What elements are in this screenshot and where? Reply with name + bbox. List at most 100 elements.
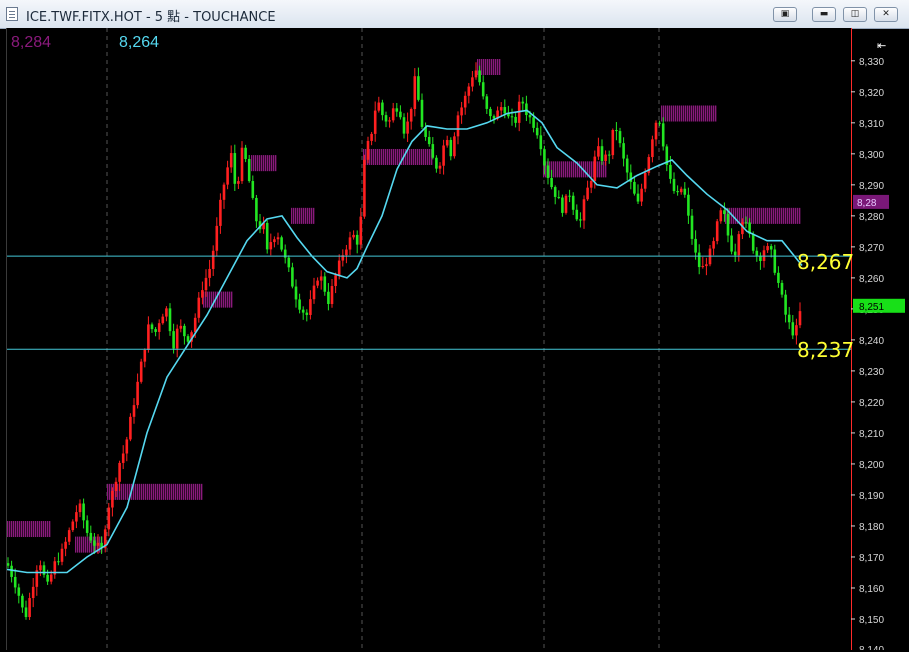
price-axis[interactable]: ⇤ 8,150 8,160 8,170 8,180 8,190 8,200 8,210 8,22…: [851, 28, 909, 650]
candle: [784, 289, 787, 323]
candle-body: [157, 323, 161, 332]
candle-body: [384, 115, 388, 122]
candle-body: [553, 187, 557, 197]
candle: [553, 185, 557, 205]
candle-body: [13, 576, 17, 588]
candle-body: [471, 77, 474, 87]
candle-body: [557, 196, 561, 198]
candle: [129, 413, 132, 442]
candle: [381, 99, 384, 121]
candle: [611, 128, 615, 160]
candle-body: [463, 95, 467, 108]
candle-body: [543, 149, 546, 166]
candle-body: [715, 221, 719, 242]
candle-body: [114, 481, 118, 491]
candle-body: [611, 130, 615, 156]
candle-body: [679, 188, 683, 193]
candle: [514, 113, 517, 128]
volume-profile-9: [661, 105, 717, 122]
candle: [791, 315, 795, 340]
axis-collapse-icon: ⇤: [877, 39, 886, 52]
candle: [211, 245, 215, 276]
candle: [13, 568, 17, 594]
candle-body: [640, 188, 643, 202]
candle: [229, 145, 233, 173]
candle-body: [539, 135, 543, 150]
candle-body: [751, 233, 755, 251]
y-tick-label: 8,190: [859, 491, 884, 502]
candle: [309, 290, 312, 320]
candle-body: [64, 541, 67, 549]
candle-body: [474, 70, 478, 78]
candle: [150, 322, 154, 333]
candle: [283, 244, 287, 264]
candle: [373, 101, 377, 142]
candle-body: [280, 237, 283, 250]
price-chart-area[interactable]: 8,284 8,264: [6, 28, 852, 650]
candle-body: [485, 96, 489, 109]
candle: [388, 117, 391, 128]
candle-body: [391, 108, 395, 121]
y-tick-label: 8,280: [859, 212, 884, 223]
candle-body: [39, 565, 42, 571]
candle: [679, 186, 683, 195]
candle-body: [633, 181, 636, 194]
candle-body: [510, 116, 514, 118]
candle-body: [773, 249, 777, 273]
close-button[interactable]: ✕: [874, 7, 898, 22]
marker-last-value: 8,251: [859, 302, 884, 313]
y-tick-label: 8,260: [859, 274, 884, 285]
candle: [442, 139, 445, 175]
candle: [316, 277, 319, 289]
minimize-button[interactable]: ▬: [812, 7, 836, 22]
candle-body: [186, 336, 190, 342]
toolbox-button[interactable]: ▣: [773, 7, 797, 22]
candle-body: [319, 276, 323, 281]
candle-body: [197, 297, 201, 318]
candle-body: [31, 586, 35, 599]
candle: [665, 144, 669, 172]
candle: [445, 135, 449, 148]
candle: [237, 176, 240, 189]
candle-body: [298, 299, 301, 310]
candle: [157, 319, 161, 340]
candle: [575, 204, 579, 222]
candle-body: [348, 237, 352, 250]
candle-body: [388, 120, 391, 122]
candle: [377, 96, 381, 113]
candle: [273, 236, 276, 248]
candle-body: [255, 197, 258, 222]
candle-body: [175, 328, 179, 349]
candle-body: [683, 188, 687, 195]
candle: [629, 164, 633, 190]
y-tick-label: 8,180: [859, 522, 884, 533]
candle-body: [132, 405, 136, 417]
y-tick-label: 8,150: [859, 615, 884, 626]
candle: [654, 120, 658, 147]
title-bar[interactable]: ICE.TWF.FITX.HOT - 5 點 - TOUCHANCE ▣ ▬ ◫…: [0, 0, 909, 29]
candle-body: [730, 235, 733, 252]
candle: [233, 144, 237, 191]
chart-window: ICE.TWF.FITX.HOT - 5 點 - TOUCHANCE ▣ ▬ ◫…: [0, 0, 909, 652]
candle-body: [672, 178, 676, 192]
candle-body: [571, 195, 575, 210]
candle: [370, 131, 373, 146]
candle-body: [615, 130, 618, 132]
candle: [247, 155, 251, 183]
candle: [384, 111, 388, 128]
candle: [255, 194, 258, 228]
candle: [539, 126, 543, 156]
restore-button[interactable]: ◫: [843, 7, 867, 22]
candle-body: [589, 181, 593, 188]
header-value-left: 8,284: [11, 34, 51, 51]
candle-body: [478, 70, 481, 83]
candle-body: [514, 116, 517, 123]
candle-body: [57, 561, 60, 563]
candle: [697, 244, 701, 275]
candle-body: [49, 574, 53, 582]
candle: [715, 218, 719, 245]
candle: [10, 560, 13, 583]
lower-level-label: 8,237: [797, 338, 855, 362]
candle: [67, 527, 71, 546]
candle-body: [352, 234, 355, 238]
